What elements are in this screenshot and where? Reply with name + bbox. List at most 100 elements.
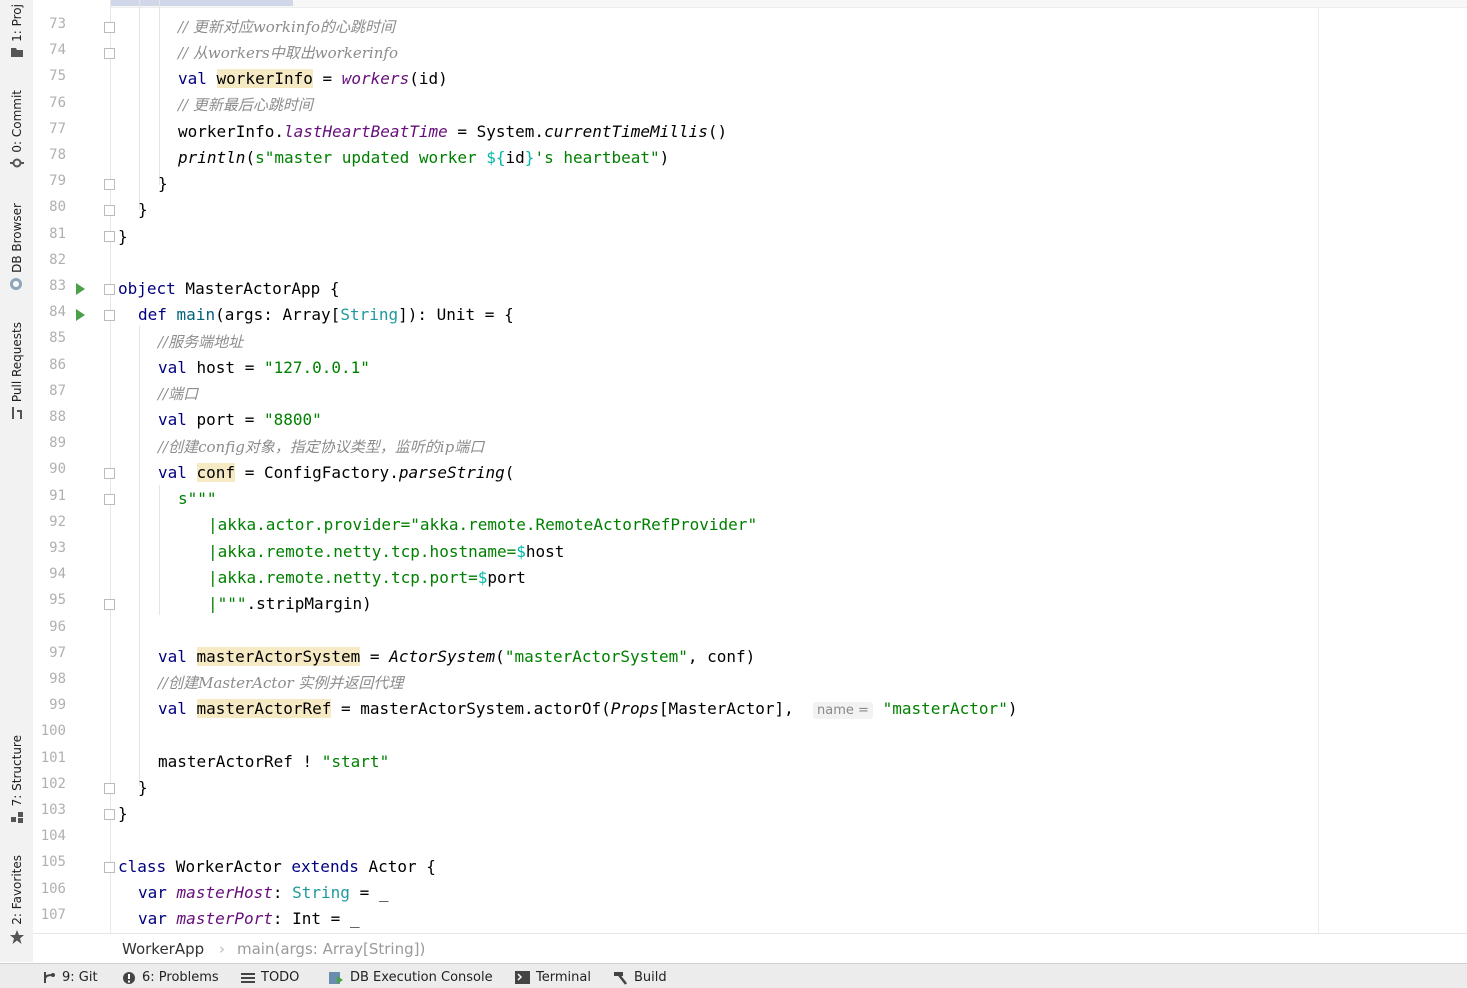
string-literal: "8800" — [263, 410, 322, 429]
indent-guide — [139, 0, 140, 210]
string-literal: |akka.actor.provider="akka.remote.Remote… — [208, 515, 758, 534]
interpolation: } — [524, 148, 535, 167]
code-text: = masterActorSystem.actorOf( — [331, 699, 611, 718]
line-number: 106 — [40, 880, 66, 897]
indent-guide — [159, 0, 160, 185]
tool-tab-todo[interactable]: TODO — [241, 970, 299, 985]
code-text: WorkerActor — [166, 857, 292, 876]
breadcrumb-class[interactable]: WorkerApp — [122, 940, 204, 958]
keyword: var — [138, 883, 167, 902]
code-line-93: |akka.remote.netty.tcp.hostname=$host — [208, 539, 564, 565]
line-number: 103 — [40, 802, 66, 818]
identifier: lastHeartBeatTime — [283, 122, 448, 141]
code-text: [MasterActor], — [658, 699, 814, 718]
code-text: : — [272, 883, 293, 902]
tool-tab-build[interactable]: Build — [613, 970, 667, 985]
comment: // 从workers中取出workerinfo — [178, 44, 398, 62]
type-name: String — [340, 305, 399, 324]
line-number: 105 — [40, 854, 66, 871]
type-name: String — [292, 883, 350, 902]
pull-request-icon — [11, 407, 22, 420]
tool-tab-label: 9: Git — [62, 970, 98, 985]
line-number: 95 — [49, 592, 66, 609]
db-console-icon — [329, 971, 343, 984]
tool-tab-pull-requests[interactable]: Pull Requests — [0, 322, 33, 420]
code-line-97: val masterActorSystem = ActorSystem("mas… — [158, 644, 755, 670]
line-number: 94 — [49, 566, 66, 583]
comment: // 更新最后心跳时间 — [178, 96, 313, 114]
terminal-icon — [515, 971, 530, 984]
tool-tab-db-browser[interactable]: DB Browser — [0, 203, 33, 291]
code-line-83: object MasterActorApp { — [118, 276, 340, 302]
string-literal: |akka.remote.netty.tcp.hostname= — [208, 542, 517, 561]
run-gutter-icon[interactable] — [76, 309, 85, 321]
line-number: 99 — [49, 697, 66, 714]
problems-icon — [123, 971, 135, 984]
code-line-105: class WorkerActor extends Actor { — [118, 854, 436, 880]
folder-icon — [10, 47, 23, 57]
keyword: val — [158, 410, 197, 429]
string-literal: s""" — [178, 489, 217, 508]
code-editor[interactable]: // 更新对应workinfo的心跳时间 // 从workers中取出worke… — [111, 0, 1467, 933]
string-literal: "start" — [321, 752, 390, 771]
db-browser-icon — [9, 277, 22, 290]
code-line-80: } — [138, 197, 148, 223]
breadcrumb: WorkerApp › main(args: Array[String]) — [33, 933, 1467, 964]
tool-tab-favorites[interactable]: 2: Favorites — [0, 855, 33, 945]
code-line-86: val host = "127.0.0.1" — [158, 355, 370, 381]
identifier: host — [525, 542, 565, 561]
line-number: 92 — [49, 513, 66, 530]
code-line-73: // 更新对应workinfo的心跳时间 — [178, 14, 395, 40]
tool-tab-project[interactable]: 1: Proj — [0, 4, 33, 58]
code-line-102: } — [138, 775, 148, 801]
code-line-103: } — [118, 801, 128, 827]
line-number: 104 — [40, 828, 66, 845]
method-call: currentTimeMillis — [544, 122, 708, 141]
tool-tab-problems[interactable]: 6: Problems — [122, 970, 219, 985]
indent-guide — [159, 485, 160, 615]
code-text: ) — [1007, 699, 1018, 718]
hammer-icon — [614, 971, 627, 985]
run-gutter-icon[interactable] — [76, 283, 85, 295]
line-number: 89 — [49, 435, 66, 452]
breadcrumb-method[interactable]: main(args: Array[String]) — [237, 940, 425, 958]
method-call: println — [178, 148, 246, 167]
tool-tab-label: DB Browser — [9, 203, 24, 273]
identifier: masterHost — [176, 883, 273, 902]
line-number: 75 — [49, 68, 66, 85]
code-text: (args: Array[ — [215, 305, 341, 324]
code-text: workerInfo. — [178, 122, 284, 141]
code-text: ( — [504, 463, 515, 482]
tool-tab-terminal[interactable]: Terminal — [515, 970, 591, 985]
code-text: (id) — [409, 69, 448, 88]
line-number: 87 — [49, 382, 66, 399]
line-number: 93 — [49, 540, 66, 556]
code-line-75: val workerInfo = workers(id) — [178, 66, 448, 92]
code-line-84: def main(args: Array[String]): Unit = { — [138, 302, 514, 328]
line-number: 91 — [49, 487, 66, 504]
code-line-95: |""".stripMargin) — [208, 591, 372, 617]
interpolation: $ — [477, 568, 488, 587]
code-text: , conf) — [687, 647, 756, 666]
comment: //服务端地址 — [158, 333, 244, 351]
code-line-74: // 从workers中取出workerinfo — [178, 40, 398, 66]
line-number: 74 — [49, 42, 66, 59]
line-number: 82 — [49, 251, 66, 268]
line-number: 77 — [49, 120, 66, 137]
parameter-hint: name = — [813, 702, 873, 719]
tool-tab-commit[interactable]: 0: Commit — [0, 90, 33, 169]
tool-tab-structure[interactable]: 7: Structure — [0, 735, 33, 824]
method-call: Props — [610, 699, 659, 718]
code-line-98: //创建MasterActor 实例并返回代理 — [158, 670, 403, 696]
method-name: main — [176, 305, 216, 324]
tool-tab-git[interactable]: 9: Git — [42, 970, 98, 985]
identifier: masterPort — [176, 909, 273, 928]
code-text: Actor { — [358, 857, 436, 876]
breadcrumb-separator: › — [219, 940, 225, 958]
code-line-94: |akka.remote.netty.tcp.port=$port — [208, 565, 526, 591]
tool-tab-db-console[interactable]: DB Execution Console — [328, 970, 493, 985]
line-number: 81 — [49, 225, 66, 242]
code-line-90: val conf = ConfigFactory.parseString( — [158, 460, 514, 486]
